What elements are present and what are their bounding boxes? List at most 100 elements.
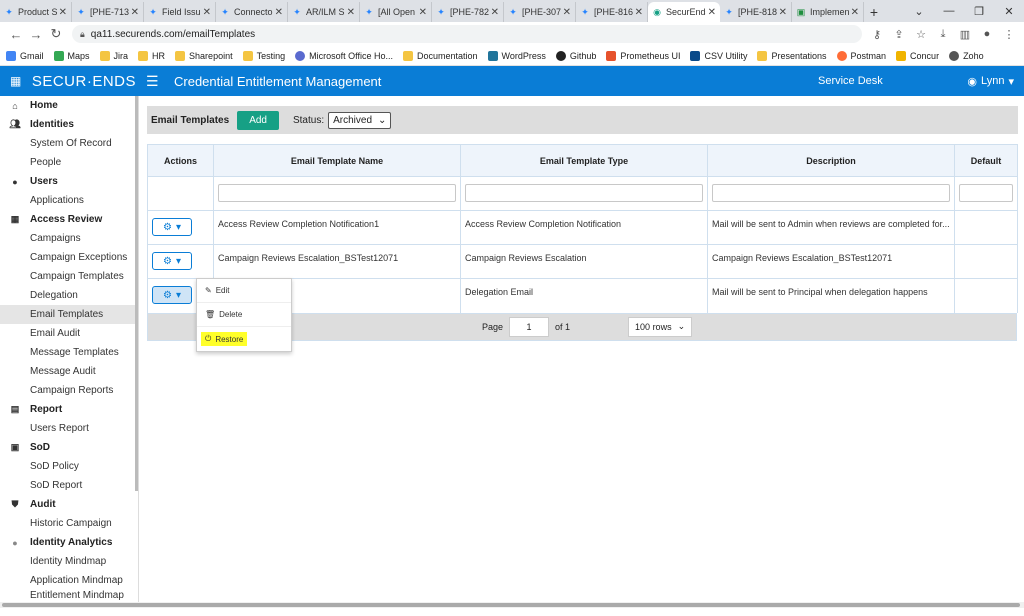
close-icon[interactable]: ✕ [347, 7, 355, 18]
hamburger-menu-icon[interactable]: ☰ [146, 73, 170, 90]
reload-icon[interactable]: ↻ [46, 24, 66, 44]
key-icon[interactable]: ⚷ [868, 25, 886, 43]
close-icon[interactable]: ✕ [779, 7, 787, 18]
star-icon[interactable]: ☆ [912, 25, 930, 43]
url-input[interactable]: 🔒︎ qa11.securends.com/emailTemplates [72, 25, 862, 43]
lock-icon[interactable]: 🔒︎ [80, 29, 85, 40]
logo[interactable]: ▦ SECUR·ENDS [0, 73, 136, 90]
add-button[interactable]: Add [237, 110, 279, 130]
bookmark-concur[interactable]: Concur [896, 50, 939, 61]
bookmark-postman[interactable]: Postman [836, 50, 886, 61]
menu-item-edit[interactable]: ✎ Edit [197, 279, 291, 303]
bookmark-testing[interactable]: Testing [242, 50, 285, 61]
sidebar-item-sod-policy[interactable]: SoD Policy [0, 457, 138, 476]
close-icon[interactable]: ✕ [635, 7, 643, 18]
close-icon[interactable]: ✕ [203, 7, 211, 18]
page-number-input[interactable]: 1 [509, 316, 550, 337]
new-tab-button[interactable]: + [864, 2, 884, 22]
profile-icon[interactable]: ● [978, 25, 996, 43]
bookmark-wordpress[interactable]: WordPress [487, 50, 546, 61]
rows-per-page-select[interactable]: 100 rows ⌄ [628, 316, 693, 337]
browser-tab[interactable]: ✦ Product S ✕ [0, 2, 72, 22]
browser-tab[interactable]: ✦ [All Open ✕ [360, 2, 432, 22]
apps-grid-icon[interactable]: ▦ [10, 74, 22, 88]
download-icon[interactable]: ⤓ [934, 25, 952, 43]
sidebar-section-sod[interactable]: ▣ SoD [0, 438, 138, 457]
browser-tab[interactable]: ✦ [PHE-713 ✕ [72, 2, 144, 22]
sidebar-item-campaign-reports[interactable]: Campaign Reports [0, 381, 138, 400]
row-actions-button[interactable]: ⚙ ▾ [152, 252, 192, 270]
browser-tab[interactable]: ✦ [PHE-818 ✕ [720, 2, 792, 22]
sidebar-item-campaign-templates[interactable]: Campaign Templates [0, 267, 138, 286]
close-icon[interactable]: ✕ [131, 7, 139, 18]
bookmark-maps[interactable]: Maps [53, 50, 90, 61]
horizontal-scrollbar[interactable] [0, 602, 1024, 608]
browser-tab[interactable]: ✦ AR/ILM S ✕ [288, 2, 360, 22]
minimize-icon[interactable]: — [934, 0, 964, 22]
close-icon[interactable]: ✕ [275, 7, 283, 18]
close-icon[interactable]: ✕ [491, 7, 499, 18]
sidebar-section-access-review[interactable]: ▦ Access Review [0, 210, 138, 229]
restore-window-icon[interactable]: ❐ [964, 0, 994, 22]
browser-tab[interactable]: ▣ Implemen ✕ [792, 2, 864, 22]
close-icon[interactable]: ✕ [708, 7, 716, 18]
default-filter-input[interactable] [959, 184, 1013, 202]
sidebar-item-applications[interactable]: Applications [0, 191, 138, 210]
sidebar-item-message-templates[interactable]: Message Templates [0, 343, 138, 362]
sidebar-section-audit[interactable]: ⛊ Audit [0, 495, 138, 514]
scrollbar-thumb[interactable] [2, 603, 1020, 607]
sidebar-item-people[interactable]: People [0, 153, 138, 172]
bookmark-zoho[interactable]: Zoho [949, 50, 984, 61]
sidebar-section-identities[interactable]: 👥︎ Identities [0, 115, 138, 134]
close-icon[interactable]: ✕ [851, 7, 859, 18]
bookmark-csv-utility[interactable]: CSV Utility [690, 50, 747, 61]
close-window-icon[interactable]: ✕ [994, 0, 1024, 22]
bookmark-office[interactable]: Microsoft Office Ho... [295, 50, 393, 61]
sidebar-item-campaigns[interactable]: Campaigns [0, 229, 138, 248]
menu-icon[interactable]: ⋮ [1000, 25, 1018, 43]
description-filter-input[interactable] [712, 184, 950, 202]
back-icon[interactable]: ← [6, 24, 26, 44]
sidebar-item-delegation[interactable]: Delegation [0, 286, 138, 305]
forward-icon[interactable]: → [26, 24, 46, 44]
sidebar-item-campaign-exceptions[interactable]: Campaign Exceptions [0, 248, 138, 267]
browser-tab[interactable]: ✦ Field Issu ✕ [144, 2, 216, 22]
name-filter-input[interactable] [218, 184, 456, 202]
bookmark-gmail[interactable]: Gmail [6, 50, 44, 61]
column-header-default[interactable]: Default [954, 144, 1018, 177]
sidebar-item-entitlement-mindmap[interactable]: Entitlement Mindmap [0, 590, 138, 600]
bookmark-documentation[interactable]: Documentation [402, 50, 478, 61]
service-desk-link[interactable]: Service Desk [818, 75, 883, 87]
status-select[interactable]: Archived ⌄ [328, 111, 392, 129]
sidebar-section-identity-analytics[interactable]: ● Identity Analytics [0, 533, 138, 552]
column-header-description[interactable]: Description [707, 144, 955, 177]
bookmark-sharepoint[interactable]: Sharepoint [175, 50, 233, 61]
sidebar-item-home[interactable]: ⌂ Home [0, 96, 138, 115]
close-icon[interactable]: ✕ [59, 7, 67, 18]
bookmark-presentations[interactable]: Presentations [757, 50, 827, 61]
row-actions-button[interactable]: ⚙ ▾ [152, 218, 192, 236]
user-menu[interactable]: ◉ Lynn ▾ [967, 75, 1014, 88]
sidepanel-icon[interactable]: ▥ [956, 25, 974, 43]
browser-tab[interactable]: ✦ [PHE-307 ✕ [504, 2, 576, 22]
sidebar-section-users[interactable]: ● Users [0, 172, 138, 191]
bookmark-jira[interactable]: Jira [99, 50, 128, 61]
sidebar-item-email-templates[interactable]: Email Templates [0, 305, 138, 324]
tab-search-icon[interactable]: ⌄ [904, 0, 934, 22]
browser-tab[interactable]: ✦ [PHE-816 ✕ [576, 2, 648, 22]
row-actions-button[interactable]: ⚙ ▾ [152, 286, 192, 304]
sidebar-item-message-audit[interactable]: Message Audit [0, 362, 138, 381]
menu-item-restore[interactable]: ⏻ Restore [197, 327, 291, 351]
sidebar-item-system-of-record[interactable]: System Of Record [0, 134, 138, 153]
bookmark-hr[interactable]: HR [138, 50, 165, 61]
menu-item-delete[interactable]: 🗑︎ Delete [197, 303, 291, 327]
sidebar-item-email-audit[interactable]: Email Audit [0, 324, 138, 343]
close-icon[interactable]: ✕ [419, 7, 427, 18]
column-header-actions[interactable]: Actions [147, 144, 214, 177]
sidebar-item-sod-report[interactable]: SoD Report [0, 476, 138, 495]
bookmark-prometheus[interactable]: Prometheus UI [606, 50, 680, 61]
sidebar-section-report[interactable]: ▤ Report [0, 400, 138, 419]
sidebar-item-historic-campaign[interactable]: Historic Campaign [0, 514, 138, 533]
bookmark-github[interactable]: Github [555, 50, 596, 61]
browser-tab-active[interactable]: ◉SecurEnds✕ [648, 2, 720, 22]
